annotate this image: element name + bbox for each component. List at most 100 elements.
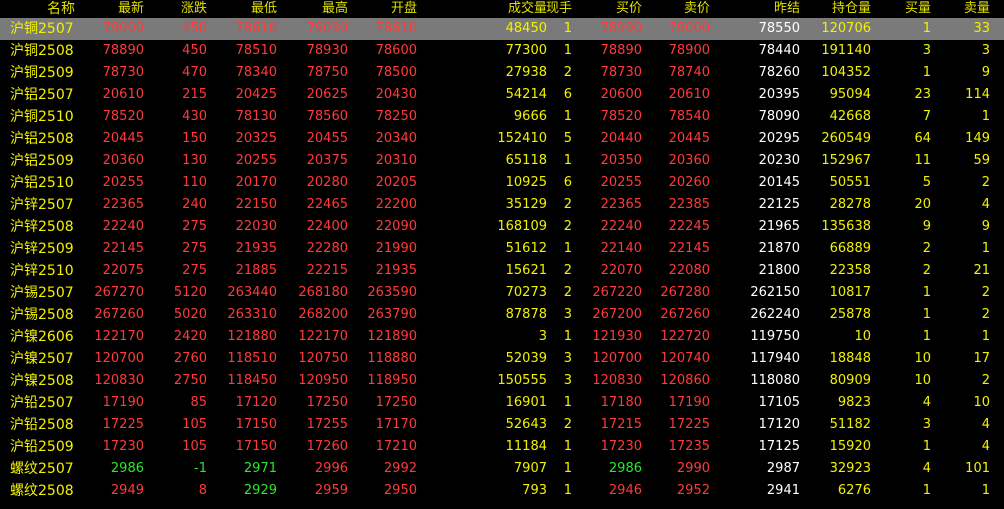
cell-bid: 22140 [600,241,642,256]
cell-contract-name: 沪锌2507 [10,197,74,213]
table-row[interactable]: 沪锌2507 22365 240 22150 22465 22200 35129 2 22365… [0,194,1004,216]
cell-high: 20280 [306,175,348,190]
col-header-high[interactable]: 最高 [322,0,348,18]
table-row[interactable]: 沪铅2509 17230 105 17150 17260 17210 11184 1 17230… [0,436,1004,458]
cell-volume: 51612 [505,241,547,256]
cell-volume: 11184 [505,439,547,454]
col-header-open-interest[interactable]: 持仓量 [832,0,871,18]
cell-latest: 17225 [102,417,144,432]
table-header: 名称 最新 涨跌 最低 最高 开盘 成交量 现手 买价 卖价 昨结 持仓量 买量… [0,0,1004,18]
cell-bid-vol: 4 [922,461,931,476]
cell-bid-vol: 7 [922,109,931,124]
col-header-ask-vol[interactable]: 卖量 [964,0,990,18]
cell-high: 78930 [306,43,348,58]
col-header-bid-vol[interactable]: 买量 [905,0,931,18]
table-row[interactable]: 沪镍2507 120700 2760 118510 120750 118880 52039 3… [0,348,1004,370]
cell-change: 105 [182,417,207,432]
col-header-hand[interactable]: 现手 [546,0,572,18]
cell-high: 17255 [306,417,348,432]
cell-open: 17250 [375,395,417,410]
cell-change: -1 [194,461,207,476]
cell-latest: 267260 [94,307,144,322]
cell-change: 275 [182,263,207,278]
cell-bid-vol: 2 [922,263,931,278]
table-row[interactable]: 沪铅2508 17225 105 17150 17255 17170 52643 2 17215… [0,414,1004,436]
cell-prev-settle: 2941 [766,483,800,498]
cell-open: 263590 [367,285,417,300]
table-row[interactable]: 沪铜2510 78520 430 78130 78560 78250 9666 1 78520 7… [0,106,1004,128]
cell-latest: 20360 [102,153,144,168]
col-header-ask[interactable]: 卖价 [684,0,710,18]
cell-low: 118450 [227,373,277,388]
col-header-volume[interactable]: 成交量 [508,0,547,18]
col-header-latest[interactable]: 最新 [118,0,144,18]
cell-open: 17210 [375,439,417,454]
col-header-low[interactable]: 最低 [251,0,277,18]
col-header-change[interactable]: 涨跌 [181,0,207,18]
table-row[interactable]: 沪铜2509 78730 470 78340 78750 78500 27938 2 78730… [0,62,1004,84]
cell-low: 21885 [235,263,277,278]
col-header-bid[interactable]: 买价 [616,0,642,18]
cell-hand: 3 [563,373,572,388]
table-row[interactable]: 沪锡2508 267260 5020 263310 268200 263790 87878 3… [0,304,1004,326]
table-row[interactable]: 沪铜2507 79000 450 78610 79030 78610 48450 1 78990… [0,18,1004,40]
table-row[interactable]: 沪铝2509 20360 130 20255 20375 20310 65118 1 20350… [0,150,1004,172]
cell-change: 450 [182,43,207,58]
cell-open: 22090 [375,219,417,234]
table-row[interactable]: 沪铅2507 17190 85 17120 17250 17250 16901 1 17180 1… [0,392,1004,414]
cell-volume: 77300 [505,43,547,58]
cell-prev-settle: 262150 [750,285,800,300]
table-row[interactable]: 沪铝2510 20255 110 20170 20280 20205 10925 6 20255… [0,172,1004,194]
cell-bid-vol: 4 [922,395,931,410]
cell-prev-settle: 21800 [758,263,800,278]
cell-open: 78250 [375,109,417,124]
cell-ask-vol: 3 [981,43,990,58]
cell-ask-vol: 101 [965,461,990,476]
table-row[interactable]: 沪镍2508 120830 2750 118450 120950 118950 150555… [0,370,1004,392]
table-row[interactable]: 沪铝2507 20610 215 20425 20625 20430 54214 6 20600… [0,84,1004,106]
cell-ask-vol: 9 [981,219,990,234]
cell-open: 2950 [383,483,417,498]
table-row[interactable]: 沪锡2507 267270 5120 263440 268180 263590 70273 2… [0,282,1004,304]
cell-bid: 121930 [592,329,642,344]
cell-contract-name: 沪锡2507 [10,285,74,301]
table-row[interactable]: 沪镍2606 122170 2420 121880 122170 121890 3 1 1219… [0,326,1004,348]
col-header-name[interactable]: 名称 [47,0,75,18]
col-header-prev-settle[interactable]: 昨结 [774,0,800,18]
cell-volume: 54214 [505,87,547,102]
cell-hand: 3 [563,351,572,366]
cell-prev-settle: 119750 [750,329,800,344]
cell-open-interest: 191140 [821,43,871,58]
cell-ask: 22145 [668,241,710,256]
cell-prev-settle: 21965 [758,219,800,234]
cell-bid-vol: 1 [922,483,931,498]
table-row[interactable]: 沪锌2509 22145 275 21935 22280 21990 51612 1 22140… [0,238,1004,260]
cell-contract-name: 沪铝2508 [10,131,74,147]
table-row[interactable]: 沪铝2508 20445 150 20325 20455 20340 152410 5 2044… [0,128,1004,150]
cell-change: 2760 [173,351,207,366]
cell-prev-settle: 17105 [758,395,800,410]
col-header-open[interactable]: 开盘 [391,0,417,18]
cell-change: 150 [182,131,207,146]
cell-bid: 78890 [600,43,642,58]
cell-bid: 2946 [608,483,642,498]
cell-open: 78600 [375,43,417,58]
cell-open-interest: 120706 [821,21,871,36]
cell-high: 268200 [298,307,348,322]
cell-open: 20430 [375,87,417,102]
table-row[interactable]: 沪锌2510 22075 275 21885 22215 21935 15621 2 22070… [0,260,1004,282]
cell-ask: 78540 [668,109,710,124]
cell-low: 20425 [235,87,277,102]
cell-volume: 16901 [505,395,547,410]
table-row[interactable]: 螺纹2508 2949 8 2929 2959 2950 793 1 2946 2952 2941 6… [0,480,1004,502]
table-row[interactable]: 沪铜2508 78890 450 78510 78930 78600 77300 1 78890… [0,40,1004,62]
cell-ask-vol: 9 [981,65,990,80]
table-row[interactable]: 沪锌2508 22240 275 22030 22400 22090 168109 2 2224… [0,216,1004,238]
cell-open-interest: 80909 [829,373,871,388]
cell-prev-settle: 20395 [758,87,800,102]
table-row[interactable]: 螺纹2507 2986 -1 2971 2996 2992 7907 1 2986 2990 298… [0,458,1004,480]
cell-volume: 9666 [513,109,547,124]
cell-contract-name: 沪锌2508 [10,219,74,235]
cell-bid-vol: 1 [922,439,931,454]
cell-latest: 20445 [102,131,144,146]
